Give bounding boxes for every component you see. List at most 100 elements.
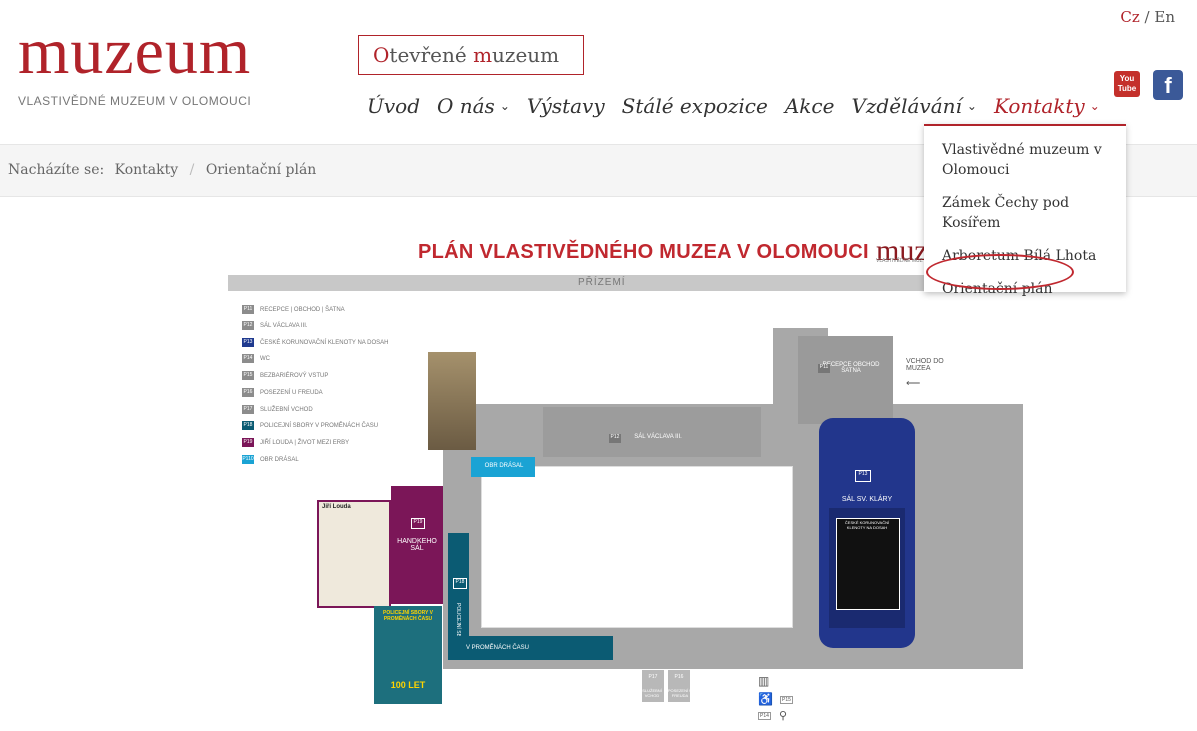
legend-item: P110 OBR DRÁSAL (242, 455, 299, 464)
legend-swatch: P11 (242, 305, 254, 314)
nav-vystavy[interactable]: Výstavy (527, 94, 605, 118)
police-poster-title: POLICEJNÍ SBORY V PROMĚNÁCH ČASU (382, 610, 433, 622)
legend-label: SLUŽEBNÍ VCHOD (260, 406, 313, 413)
legend-swatch: P19 (242, 438, 254, 447)
room-code: P12 (609, 434, 621, 443)
legend-label: ČESKÉ KORUNOVAČNÍ KLENOTY NA DOSAH (260, 339, 389, 346)
legend-item: P16 POSEZENÍ U FREUDA (242, 388, 323, 397)
nav-o-nas[interactable]: O nás ⌄ (437, 94, 510, 118)
lang-separator: / (1144, 8, 1150, 26)
room-reception (798, 336, 893, 424)
klara-poster (836, 518, 900, 610)
legend-swatch: P17 (242, 405, 254, 414)
nav-vzdelavani-label: Vzdělávání (851, 94, 962, 118)
breadcrumb-separator: / (189, 162, 195, 178)
room-code: P15 (780, 696, 793, 704)
legend-item: P12 SÁL VÁCLAVA III. (242, 321, 308, 330)
logo-wordmark[interactable]: muzeum (18, 19, 251, 85)
legend-swatch: P14 (242, 354, 254, 363)
room-code: P11 (818, 364, 830, 373)
floor-plan-image: PLÁN VLASTIVĚDNÉHO MUZEA V OLOMOUCI muz … (228, 208, 1023, 728)
nav-stale-expozice[interactable]: Stálé expozice (622, 94, 768, 118)
room-vaclav (543, 407, 761, 457)
room-klara-label: SÁL SV. KLÁRY (841, 496, 893, 503)
legend-item: P15 BEZBARIÉROVÝ VSTUP (242, 371, 328, 380)
open-museum-text-a: tevřené (389, 43, 474, 67)
arrow-left-icon: ⟵ (906, 378, 921, 389)
portrait-image (428, 352, 476, 450)
breadcrumb-link-kontakty[interactable]: Kontakty (115, 162, 179, 178)
nav-akce[interactable]: Akce (785, 94, 835, 118)
legend-item: P11 RECEPCE | OBCHOD | ŠATNA (242, 305, 345, 314)
room-handke-label: HANDKEHO SÁL (397, 538, 437, 552)
klara-poster-title: ČESKÉ KORUNOVAČNÍ KLENOTY NA DOSAH (844, 520, 890, 530)
nav-kontakty-label: Kontakty (993, 94, 1085, 118)
nav-kontakty[interactable]: Kontakty ⌄ (994, 94, 1100, 118)
dropdown-item-zamek[interactable]: Zámek Čechy pod Kosířem (942, 193, 1126, 233)
room-drasal-label: OBR DRÁSAL (484, 463, 524, 469)
legend-label: WC (260, 355, 270, 362)
room-vaclav-label: SÁL VÁCLAVA III. (634, 434, 682, 440)
legend-label: POLICEJNÍ SBORY V PROMĚNÁCH ČASU (260, 422, 379, 429)
nav-uvod-label: Úvod (367, 94, 420, 118)
breadcrumb-current: Orientační plán (205, 162, 317, 178)
room-service-label: SLUŽEBNÍ VCHOD (642, 688, 662, 698)
logo-subtitle: VLASTIVĚDNÉ MUZEUM V OLOMOUCI (18, 94, 252, 108)
room-code: P18 (453, 578, 467, 589)
chevron-down-icon: ⌄ (966, 99, 977, 113)
legend-swatch: P15 (242, 371, 254, 380)
legend-item: P14 WC (242, 354, 270, 363)
legend-item: P13 ČESKÉ KORUNOVAČNÍ KLENOTY NA DOSAH (242, 338, 388, 347)
chevron-down-icon: ⌄ (1089, 99, 1100, 113)
room-freud-label: POSEZENÍ U FREUDA (667, 688, 693, 698)
legend-swatch: P16 (242, 388, 254, 397)
legend-swatch: P13 (242, 338, 254, 347)
wheelchair-icon: ♿ (758, 692, 773, 706)
nav-uvod[interactable]: Úvod (367, 94, 420, 118)
legend-item: P17 SLUŽEBNÍ VCHOD (242, 405, 313, 414)
dropdown-item-vlastivedne[interactable]: Vlastivědné muzeum v Olomouci (942, 140, 1126, 180)
open-museum-button[interactable]: Otevřené muzeum (358, 35, 584, 75)
lang-en-link[interactable]: En (1154, 8, 1175, 26)
floor-label: PŘÍZEMÍ (578, 277, 626, 288)
nav-akce-label: Akce (784, 94, 835, 118)
legend-label: RECEPCE | OBCHOD | ŠATNA (260, 306, 345, 313)
legend-label: JIŘÍ LOUDA | ŽIVOT MEZI ERBY (260, 439, 350, 446)
legend-swatch: P12 (242, 321, 254, 330)
room-code: P14 (758, 712, 771, 720)
nav-vzdelavani[interactable]: Vzdělávání ⌄ (851, 94, 977, 118)
legend-swatch: P18 (242, 421, 254, 430)
chevron-down-icon: ⌄ (499, 99, 510, 113)
legend-label: SÁL VÁCLAVA III. (260, 322, 308, 329)
nav-vystavy-label: Výstavy (526, 94, 605, 118)
elevator-icon: ▥ (758, 674, 770, 688)
facebook-icon[interactable]: f (1153, 70, 1183, 100)
room-proment-label: V PROMĚNÁCH ČASU (466, 645, 530, 651)
youtube-icon[interactable]: You Tube (1114, 71, 1140, 97)
entrance-label: VCHOD DO MUZEA (906, 358, 944, 372)
legend-item: P18 POLICEJNÍ SBORY V PROMĚNÁCH ČASU (242, 421, 378, 430)
breadcrumb: Nacházíte se: Kontakty / Orientační plán (8, 162, 316, 178)
legend-swatch: P110 (242, 455, 254, 464)
main-nav: Úvod O nás ⌄ Výstavy Stálé expozice Akce … (367, 94, 1117, 118)
legend-label: OBR DRÁSAL (260, 456, 299, 463)
plan-title: PLÁN VLASTIVĚDNÉHO MUZEA V OLOMOUCI (418, 241, 869, 263)
police-poster-years: 100 LET (390, 680, 426, 690)
plan-logo-subtitle: VLASTIVĚDNÉ MUZ (876, 258, 923, 264)
breadcrumb-prefix: Nacházíte se: (8, 162, 105, 178)
courtyard (481, 466, 793, 628)
open-museum-letter-m: m (473, 43, 493, 67)
room-code: P17 (648, 674, 658, 680)
room-code: P13 (855, 470, 871, 482)
highlight-circle (926, 254, 1074, 290)
open-museum-text-b: uzeum (492, 43, 560, 67)
legend-label: POSEZENÍ U FREUDA (260, 389, 323, 396)
language-switcher: Cz / En (1120, 8, 1175, 26)
louda-poster-title: Jiří Louda (322, 504, 351, 510)
nav-o-nas-label: O nás (437, 94, 495, 118)
nav-stale-expozice-label: Stálé expozice (621, 94, 768, 118)
legend-label: BEZBARIÉROVÝ VSTUP (260, 372, 329, 379)
open-museum-letter-o: O (373, 43, 390, 67)
lang-cz-link[interactable]: Cz (1120, 8, 1139, 26)
louda-poster (317, 500, 391, 608)
